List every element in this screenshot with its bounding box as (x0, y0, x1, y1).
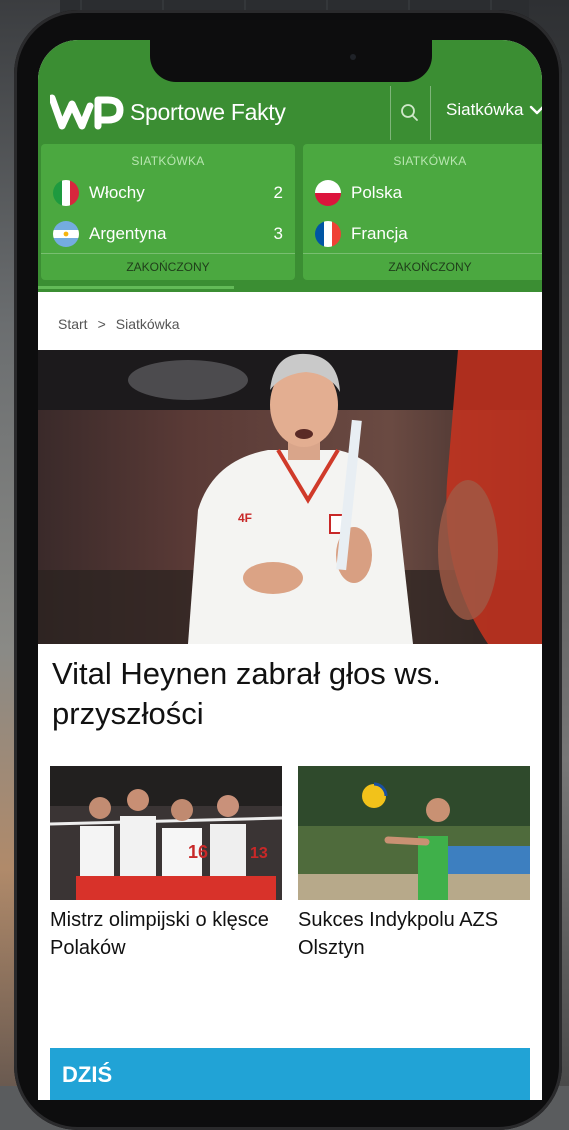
team-name: Włochy (89, 183, 145, 202)
main-article-title[interactable]: Vital Heynen zabrał głos ws. przyszłości (52, 654, 522, 734)
related-article-thumbnail: 16 13 (50, 766, 282, 900)
flag-argentina-icon (53, 221, 79, 247)
svg-text:4F: 4F (238, 511, 252, 525)
breadcrumb-start[interactable]: Start (58, 316, 88, 332)
flag-france-icon (315, 221, 341, 247)
scores-scroll-indicator (38, 286, 234, 289)
match-status: ZAKOŃCZONY (41, 253, 295, 280)
header-divider (430, 86, 431, 140)
team-name: Francja (351, 224, 408, 243)
score-card[interactable]: SIATKÓWKA Polska Francja ZAKOŃCZONY (303, 144, 542, 280)
score-card-category: SIATKÓWKA (393, 154, 467, 168)
related-article-thumbnail (298, 766, 530, 900)
related-article-tile[interactable]: 16 13 Mistrz olimpijski o klęsce Polaków (50, 766, 282, 962)
score-card[interactable]: SIATKÓWKA Włochy 2 Argentyna 3 ZAKOŃCZON… (41, 144, 295, 280)
team-row: Argentyna 3 (53, 219, 283, 249)
svg-text:13: 13 (250, 845, 268, 862)
chevron-down-icon (530, 105, 542, 115)
site-logo[interactable]: Sportowe Fakty (50, 92, 286, 132)
phone-screen: Sportowe Fakty Siatkówka SIATKÓWKA Włoch… (38, 40, 542, 1100)
section-header-today: DZIŚ (50, 1048, 530, 1100)
header-divider (390, 86, 391, 140)
score-card-category: SIATKÓWKA (131, 154, 205, 168)
team-row: Włochy 2 (53, 178, 283, 208)
related-article-tile[interactable]: Sukces Indykpolu AZS Olsztyn (298, 766, 530, 962)
match-status: ZAKOŃCZONY (303, 253, 542, 280)
category-dropdown[interactable]: Siatkówka (446, 100, 542, 120)
team-row: Francja (315, 219, 542, 249)
breadcrumb-separator: > (97, 316, 106, 332)
team-score: 2 (273, 183, 283, 202)
related-article-title: Sukces Indykpolu AZS Olsztyn (298, 909, 499, 959)
search-icon (401, 104, 418, 121)
section-title: DZIŚ (62, 1062, 113, 1087)
brand-name: Sportowe Fakty (130, 98, 286, 125)
team-name: Polska (351, 183, 403, 202)
hero-image[interactable]: 4F (38, 350, 542, 644)
category-dropdown-label: Siatkówka (446, 100, 524, 119)
svg-text:16: 16 (188, 842, 208, 862)
flag-italy-icon (53, 180, 79, 206)
flag-poland-icon (315, 180, 341, 206)
breadcrumb-current[interactable]: Siatkówka (116, 316, 180, 332)
team-row: Polska (315, 178, 542, 208)
search-button[interactable] (398, 100, 422, 126)
breadcrumb: Start > Siatkówka (58, 316, 180, 332)
related-article-title: Mistrz olimpijski o klęsce Polaków (50, 909, 269, 959)
wp-logo-icon (50, 94, 124, 130)
phone-notch (150, 40, 432, 82)
team-name: Argentyna (89, 224, 167, 243)
team-score: 3 (273, 224, 283, 243)
